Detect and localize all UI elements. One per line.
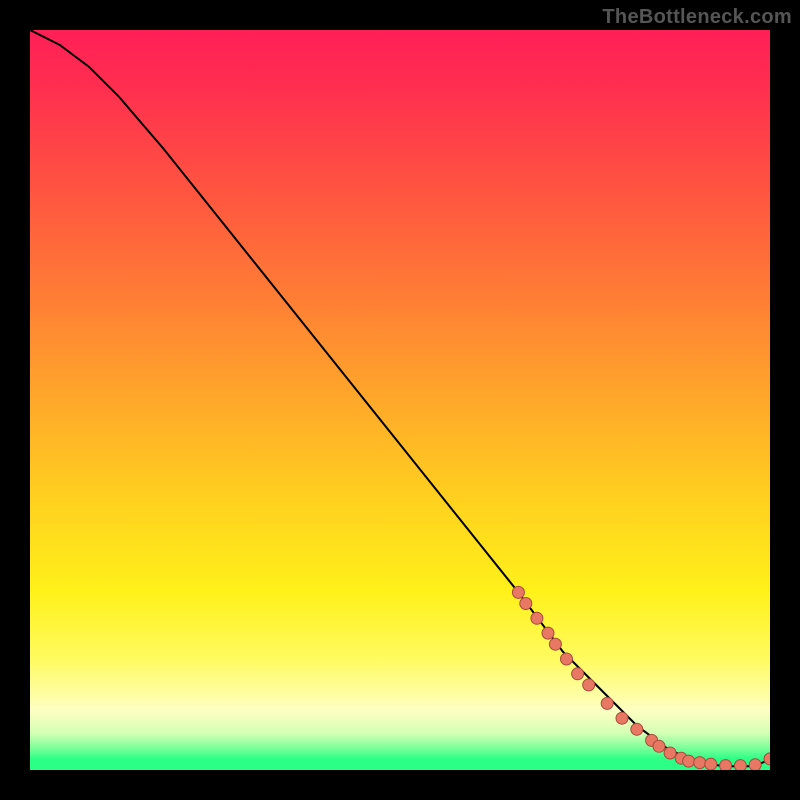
chart-overlay (30, 30, 770, 770)
scatter-point (631, 723, 643, 735)
source-label: TheBottleneck.com (602, 6, 792, 29)
scatter-point (572, 668, 584, 680)
scatter-point (683, 755, 695, 767)
scatter-point (561, 653, 573, 665)
scatter-point (764, 753, 770, 765)
scatter-points (512, 586, 770, 770)
scatter-point (664, 747, 676, 759)
scatter-point (653, 740, 665, 752)
chart-canvas: TheBottleneck.com (0, 0, 800, 800)
scatter-point (531, 612, 543, 624)
plot-area (30, 30, 770, 770)
scatter-point (542, 627, 554, 639)
scatter-point (549, 638, 561, 650)
scatter-point (512, 586, 524, 598)
scatter-point (520, 598, 532, 610)
scatter-point (734, 760, 746, 770)
scatter-point (616, 712, 628, 724)
scatter-point (601, 697, 613, 709)
scatter-point (694, 757, 706, 769)
scatter-point (720, 760, 732, 770)
scatter-point (583, 679, 595, 691)
scatter-point (749, 759, 761, 770)
bottleneck-curve (30, 30, 770, 766)
scatter-point (705, 758, 717, 770)
